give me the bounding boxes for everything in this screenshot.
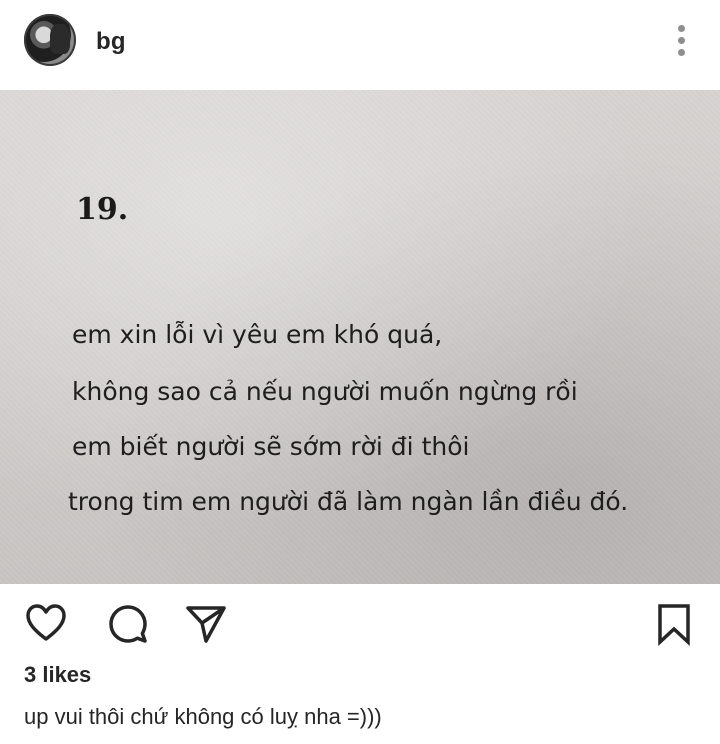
poem-line: em biết người sẽ sớm rời đi thôi <box>72 432 470 461</box>
action-bar <box>0 584 720 664</box>
page-number: 19. <box>76 192 129 227</box>
share-button[interactable] <box>184 602 228 646</box>
comment-bubble-icon <box>109 605 147 643</box>
more-options-button[interactable] <box>664 20 698 60</box>
paper-plane-icon <box>186 606 226 643</box>
poem-line: trong tim em người đã làm ngàn lần điều … <box>68 487 629 516</box>
post-header: bg <box>0 0 720 90</box>
avatar[interactable] <box>24 14 76 66</box>
more-dot-icon <box>677 36 685 44</box>
like-button[interactable] <box>24 602 68 646</box>
poem-line: không sao cả nếu người muốn ngừng rồi <box>72 377 578 406</box>
more-dot-icon <box>677 24 685 32</box>
post-photo[interactable]: 19. em xin lỗi vì yêu em khó quá, không … <box>0 90 720 584</box>
comment-button[interactable] <box>106 602 150 646</box>
more-dot-icon <box>677 48 685 56</box>
likes-count[interactable]: 3 likes <box>24 662 91 688</box>
poem-line: em xin lỗi vì yêu em khó quá, <box>72 320 443 349</box>
heart-icon <box>26 604 66 641</box>
username[interactable]: bg <box>96 28 126 56</box>
bookmark-icon <box>658 604 690 646</box>
post-caption: up vui thôi chứ không có luỵ nha =))) <box>24 704 382 729</box>
save-button[interactable] <box>652 602 696 646</box>
